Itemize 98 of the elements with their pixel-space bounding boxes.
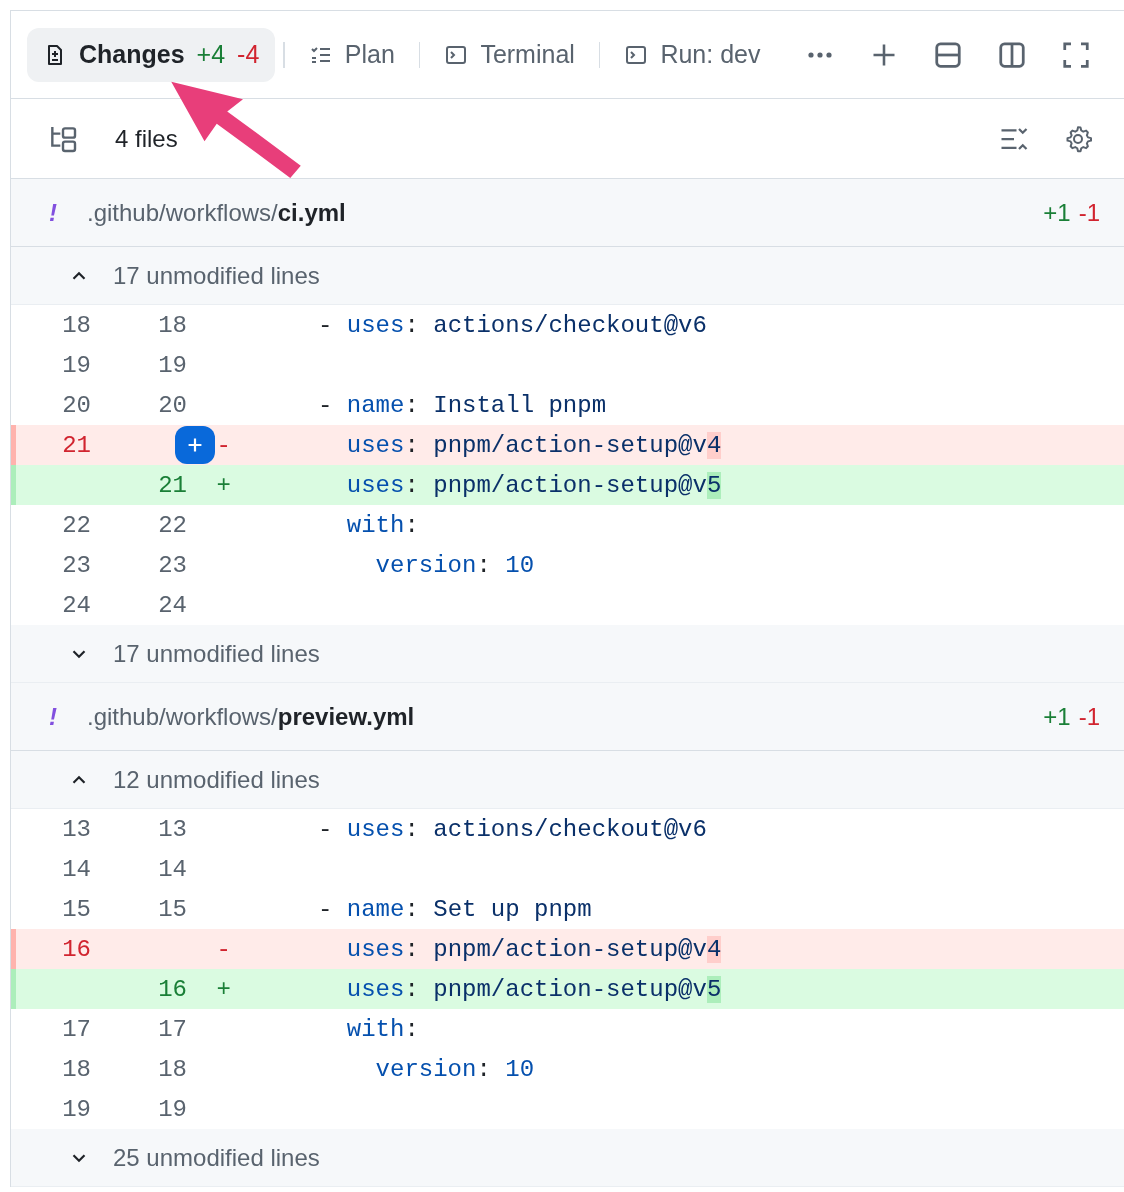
diff-sign: +	[216, 975, 231, 1003]
code-punctuation: -	[318, 815, 334, 843]
code-punctuation: :	[476, 551, 492, 579]
code-key: uses	[318, 935, 405, 963]
old-line-number: 19	[61, 1095, 91, 1123]
new-line-number: 19	[157, 1095, 187, 1123]
split-horizontal-icon	[933, 39, 963, 70]
code-punctuation: :	[404, 311, 420, 339]
code-value: Install pnpm	[433, 391, 607, 419]
old-line-number: 23	[61, 551, 91, 579]
file-header[interactable]: ! .github/workflows/ci.yml +1 -1	[11, 179, 1124, 247]
code-key: with	[318, 511, 405, 539]
old-line-number: 20	[61, 391, 91, 419]
old-line-number: 17	[61, 1015, 91, 1043]
old-line-number: 21	[61, 431, 91, 459]
changed-character: 5	[706, 975, 722, 1003]
diff-sign: -	[216, 431, 231, 459]
changed-character: 5	[706, 471, 722, 499]
new-line-number: 13	[157, 815, 187, 843]
tab[interactable]: Run: dev	[608, 27, 777, 82]
old-line-number: 16	[61, 935, 91, 963]
fullscreen-icon	[1061, 39, 1091, 70]
changed-character: 4	[706, 431, 722, 459]
code-key: version	[318, 1055, 477, 1083]
expand-lines-button[interactable]: 25 unmodified lines	[11, 1129, 1124, 1187]
code-punctuation: :	[404, 1015, 419, 1043]
new-line-number: 19	[157, 351, 187, 379]
new-line-number: 15	[157, 895, 187, 923]
old-line-number: 18	[61, 1055, 91, 1083]
code-key: name	[346, 391, 405, 419]
code-value: pnpm/action-setup@v	[433, 935, 707, 963]
code-punctuation: :	[404, 431, 420, 459]
new-line-number: 24	[157, 591, 187, 619]
code-punctuation: :	[404, 935, 420, 963]
code-punctuation: :	[404, 471, 420, 499]
code-number: 10	[505, 1055, 535, 1083]
added-count: +1	[1043, 198, 1071, 227]
code-value: Set up pnpm	[433, 895, 592, 923]
code-punctuation: -	[318, 311, 334, 339]
old-line-number: 19	[61, 351, 91, 379]
code-punctuation: :	[404, 895, 420, 923]
code-punctuation: :	[404, 511, 419, 539]
file-count: 4 files	[115, 124, 178, 153]
old-line-number: 14	[61, 855, 91, 883]
new-line-number: 16	[157, 975, 187, 1003]
code-punctuation: :	[404, 815, 420, 843]
old-line-number: 15	[61, 895, 91, 923]
expand-lines-button[interactable]: 12 unmodified lines	[11, 751, 1124, 809]
code-key: uses	[346, 311, 405, 339]
code-value: actions/checkout@v6	[433, 815, 707, 843]
new-line-number: 18	[157, 1055, 187, 1083]
removed-count: -1	[1078, 702, 1100, 731]
new-line-number: 21	[157, 471, 187, 499]
code-value: pnpm/action-setup@v	[433, 431, 707, 459]
added-count: +1	[1043, 702, 1071, 731]
tab[interactable]: Plan	[292, 27, 411, 82]
split-vertical-icon	[997, 39, 1027, 70]
new-line-number: 17	[157, 1015, 187, 1043]
old-line-number: 18	[61, 311, 91, 339]
code-value: pnpm/action-setup@v	[433, 975, 707, 1003]
new-line-number: 22	[157, 511, 187, 539]
code-punctuation: -	[318, 391, 334, 419]
code-key: with	[318, 1015, 405, 1043]
code-punctuation: :	[404, 391, 420, 419]
tab[interactable]: Changes +4 -4	[27, 27, 276, 82]
old-line-number: 24	[61, 591, 91, 619]
more-icon	[807, 51, 833, 58]
code-number: 10	[505, 551, 535, 579]
new-line-number: 20	[157, 391, 187, 419]
diff-sign: -	[216, 935, 231, 963]
code-key: version	[318, 551, 477, 579]
changed-character: 4	[706, 935, 722, 963]
code-key: uses	[318, 471, 405, 499]
modified-marker: !	[49, 198, 58, 227]
file-path: .github/workflows/ci.yml	[87, 198, 346, 227]
code-value: actions/checkout@v6	[433, 311, 707, 339]
tab[interactable]: Terminal	[428, 27, 591, 82]
file-path: .github/workflows/preview.yml	[87, 702, 415, 731]
new-line-number: 18	[157, 311, 187, 339]
old-line-number: 13	[61, 815, 91, 843]
expand-lines-button[interactable]: 17 unmodified lines	[11, 625, 1124, 683]
code-key: uses	[318, 431, 405, 459]
modified-marker: !	[49, 702, 58, 731]
new-line-number: 23	[157, 551, 187, 579]
old-line-number: 22	[61, 511, 91, 539]
expand-lines-button[interactable]: 17 unmodified lines	[11, 247, 1124, 305]
file-header[interactable]: ! .github/workflows/preview.yml +1 -1	[11, 683, 1124, 751]
diff-sign: +	[216, 471, 231, 499]
add-comment-button[interactable]	[175, 426, 215, 464]
code-punctuation: :	[404, 975, 420, 1003]
removed-count: -1	[1078, 198, 1100, 227]
code-punctuation: :	[476, 1055, 492, 1083]
code-key: uses	[318, 975, 405, 1003]
code-key: name	[346, 895, 405, 923]
new-line-number: 14	[157, 855, 187, 883]
code-punctuation: -	[318, 895, 334, 923]
code-value: pnpm/action-setup@v	[433, 471, 707, 499]
code-key: uses	[346, 815, 405, 843]
